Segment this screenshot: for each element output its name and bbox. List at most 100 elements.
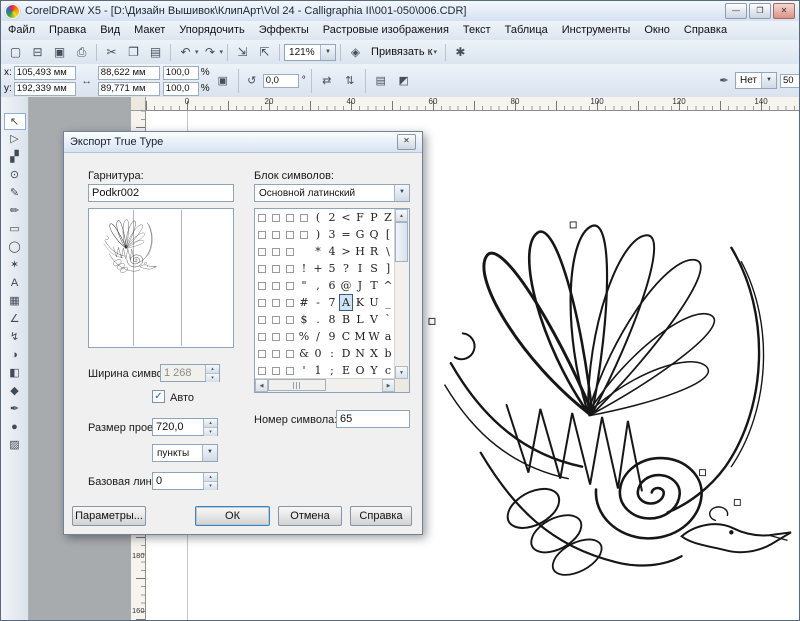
menu-item[interactable]: Упорядочить	[172, 22, 251, 39]
x-position-field[interactable]: 105,493 мм	[14, 66, 76, 80]
char-cell[interactable]: E	[339, 362, 353, 379]
char-cell[interactable]: @	[339, 277, 353, 294]
char-cell[interactable]: >	[339, 243, 353, 260]
menu-item[interactable]: Инструменты	[555, 22, 638, 39]
char-cell[interactable]: ^	[381, 277, 395, 294]
char-checkbox[interactable]	[255, 243, 269, 260]
char-checkbox[interactable]	[269, 226, 283, 243]
char-cell[interactable]: W	[367, 328, 381, 345]
char-checkbox[interactable]	[297, 209, 311, 226]
wrap-text-button[interactable]: ▤	[371, 71, 391, 91]
text-tool[interactable]: A	[4, 275, 26, 292]
char-cell[interactable]: %	[297, 328, 311, 345]
app-launcher-icon[interactable]: ◈	[345, 43, 366, 62]
char-cell[interactable]: +	[311, 260, 325, 277]
char-cell[interactable]: N	[353, 345, 367, 362]
object-height-field[interactable]: 89,771 мм	[98, 82, 160, 96]
rectangle-tool[interactable]: ▭	[4, 221, 26, 238]
scroll-right-button[interactable]: ▶	[382, 379, 395, 392]
char-cell[interactable]: ,	[311, 277, 325, 294]
bird-artwork[interactable]	[421, 196, 799, 604]
char-checkbox[interactable]	[255, 277, 269, 294]
units-combo[interactable]: пункты ▼	[152, 444, 218, 462]
char-cell[interactable]: P	[367, 209, 381, 226]
char-cell[interactable]: B	[339, 311, 353, 328]
char-cell[interactable]: 5	[325, 260, 339, 277]
char-cell[interactable]: D	[339, 345, 353, 362]
char-cell[interactable]: 6	[325, 277, 339, 294]
options-button[interactable]: ✱	[450, 43, 471, 62]
scale-y-field[interactable]: 100,0	[163, 82, 199, 96]
char-cell[interactable]: A	[339, 294, 353, 311]
polygon-tool[interactable]: ✶	[4, 257, 26, 274]
transparency-tool[interactable]: ◧	[4, 365, 26, 382]
print-button[interactable]: ⎙	[71, 43, 92, 62]
dialog-title-bar[interactable]: Экспорт True Type ✕	[64, 132, 422, 153]
char-cell[interactable]: K	[353, 294, 367, 311]
close-button[interactable]: ✕	[773, 3, 795, 19]
char-checkbox[interactable]	[255, 311, 269, 328]
char-cell[interactable]	[297, 243, 311, 260]
menu-item[interactable]: Макет	[127, 22, 172, 39]
char-checkbox[interactable]	[269, 294, 283, 311]
spin-down-icon[interactable]: ▾	[204, 428, 217, 436]
char-cell[interactable]: :	[325, 345, 339, 362]
horizontal-scrollbar[interactable]: ◀ ▶	[255, 378, 395, 392]
char-cell[interactable]: #	[297, 294, 311, 311]
char-cell[interactable]: J	[353, 277, 367, 294]
undo-dropdown-arrow[interactable]: ▾	[195, 48, 199, 56]
menu-item[interactable]: Окно	[637, 22, 677, 39]
redo-button[interactable]: ↷	[200, 43, 221, 62]
scroll-down-button[interactable]: ▼	[395, 366, 408, 379]
ok-button[interactable]: ОК	[195, 506, 270, 526]
table-tool[interactable]: ▦	[4, 293, 26, 310]
char-checkbox[interactable]	[255, 345, 269, 362]
char-cell[interactable]: I	[353, 260, 367, 277]
char-cell[interactable]: H	[353, 243, 367, 260]
char-cell[interactable]: 9	[325, 328, 339, 345]
new-document-button[interactable]: ▢	[5, 43, 26, 62]
char-checkbox[interactable]	[269, 362, 283, 379]
char-cell[interactable]: V	[367, 311, 381, 328]
object-width-field[interactable]: 88,622 мм	[98, 66, 160, 80]
char-checkbox[interactable]	[269, 209, 283, 226]
help-button[interactable]: Справка	[350, 506, 412, 526]
char-cell[interactable]: U	[367, 294, 381, 311]
ellipse-tool[interactable]: ◯	[4, 239, 26, 256]
menu-item[interactable]: Растровые изображения	[316, 22, 456, 39]
ruler-origin-corner[interactable]	[131, 97, 146, 111]
mirror-vertical-button[interactable]: ⇅	[340, 71, 360, 91]
char-cell[interactable]: /	[311, 328, 325, 345]
char-checkbox[interactable]	[269, 311, 283, 328]
zoom-level-combo[interactable]: 121% ▼	[284, 44, 336, 61]
char-cell[interactable]: F	[353, 209, 367, 226]
char-cell[interactable]: 1	[311, 362, 325, 379]
char-cell[interactable]: [	[381, 226, 395, 243]
char-cell[interactable]: 7	[325, 294, 339, 311]
char-cell[interactable]: 2	[325, 209, 339, 226]
char-cell[interactable]: .	[311, 311, 325, 328]
interactive-fill-tool[interactable]: ▨	[4, 437, 26, 454]
scrollbar-thumb[interactable]	[268, 379, 326, 391]
char-cell[interactable]: $	[297, 311, 311, 328]
symbol-block-combo[interactable]: Основной латинский ▼	[254, 184, 410, 202]
menu-item[interactable]: Эффекты	[252, 22, 316, 39]
char-checkbox[interactable]	[283, 362, 297, 379]
char-checkbox[interactable]	[255, 209, 269, 226]
font-family-input[interactable]: Podkr002	[88, 184, 234, 202]
char-checkbox[interactable]	[283, 277, 297, 294]
char-checkbox[interactable]	[255, 294, 269, 311]
fill-tool[interactable]: ●	[4, 419, 26, 436]
char-checkbox[interactable]	[283, 226, 297, 243]
dialog-close-button[interactable]: ✕	[397, 134, 416, 150]
artistic-media-tool[interactable]: ✏	[4, 203, 26, 220]
menu-item[interactable]: Таблица	[498, 22, 555, 39]
char-cell[interactable]: M	[353, 328, 367, 345]
char-cell[interactable]: X	[367, 345, 381, 362]
char-checkbox[interactable]	[255, 226, 269, 243]
redo-dropdown-arrow[interactable]: ▾	[220, 48, 224, 56]
freehand-tool[interactable]: ✎	[4, 185, 26, 202]
outline-width-combo[interactable]: Нет ▼	[735, 72, 777, 89]
snap-to-dropdown[interactable]: Привязать к ▾	[367, 46, 441, 58]
char-cell[interactable]: 8	[325, 311, 339, 328]
